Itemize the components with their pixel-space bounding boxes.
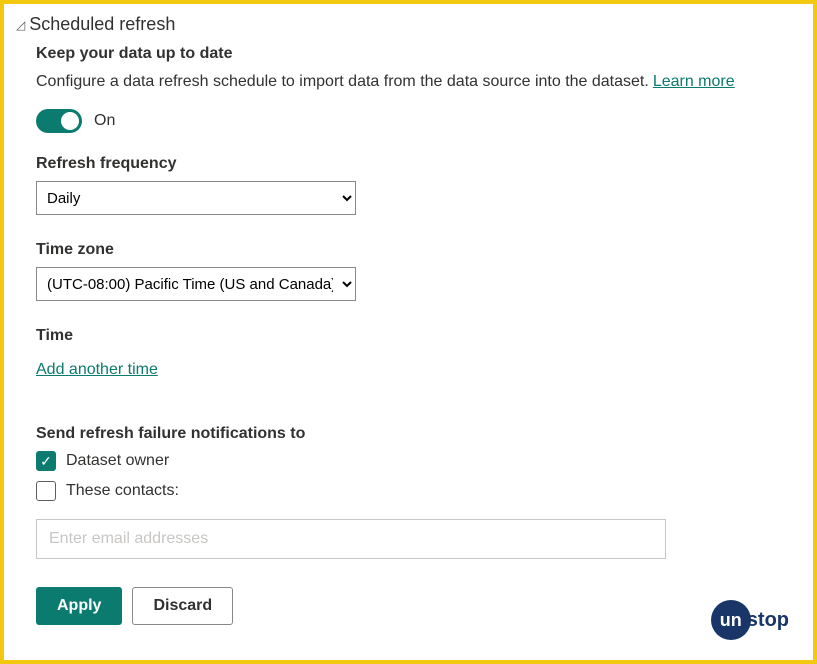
unstop-logo: un stop [711, 600, 789, 640]
dataset-owner-label: Dataset owner [66, 452, 169, 470]
button-row: Apply Discard [36, 587, 795, 625]
time-label: Time [36, 327, 795, 345]
toggle-knob [61, 112, 79, 130]
frequency-label: Refresh frequency [36, 155, 795, 173]
timezone-select[interactable]: (UTC-08:00) Pacific Time (US and Canada) [36, 267, 356, 301]
add-time-link[interactable]: Add another time [36, 361, 158, 379]
section-subtitle: Keep your data up to date [36, 45, 795, 63]
logo-text: stop [747, 609, 789, 632]
timezone-label: Time zone [36, 241, 795, 259]
toggle-label: On [94, 112, 115, 130]
section-content: Keep your data up to date Configure a da… [16, 45, 795, 625]
contacts-label: These contacts: [66, 482, 179, 500]
dataset-owner-checkbox[interactable]: ✓ [36, 451, 56, 471]
apply-button[interactable]: Apply [36, 587, 122, 625]
dataset-owner-row: ✓ Dataset owner [36, 451, 795, 471]
description-text: Configure a data refresh schedule to imp… [36, 73, 649, 91]
section-header[interactable]: ◿ Scheduled refresh [16, 14, 795, 35]
description-row: Configure a data refresh schedule to imp… [36, 73, 795, 91]
collapse-icon: ◿ [16, 18, 25, 32]
email-input[interactable] [36, 519, 666, 559]
enabled-toggle[interactable] [36, 109, 82, 133]
toggle-row: On [36, 109, 795, 133]
learn-more-link[interactable]: Learn more [653, 73, 735, 91]
frequency-select[interactable]: Daily [36, 181, 356, 215]
logo-circle: un [711, 600, 751, 640]
section-title: Scheduled refresh [29, 14, 175, 35]
contacts-row: These contacts: [36, 481, 795, 501]
contacts-checkbox[interactable] [36, 481, 56, 501]
settings-panel: ◿ Scheduled refresh Keep your data up to… [0, 0, 817, 664]
notifications-label: Send refresh failure notifications to [36, 425, 795, 443]
discard-button[interactable]: Discard [132, 587, 233, 625]
